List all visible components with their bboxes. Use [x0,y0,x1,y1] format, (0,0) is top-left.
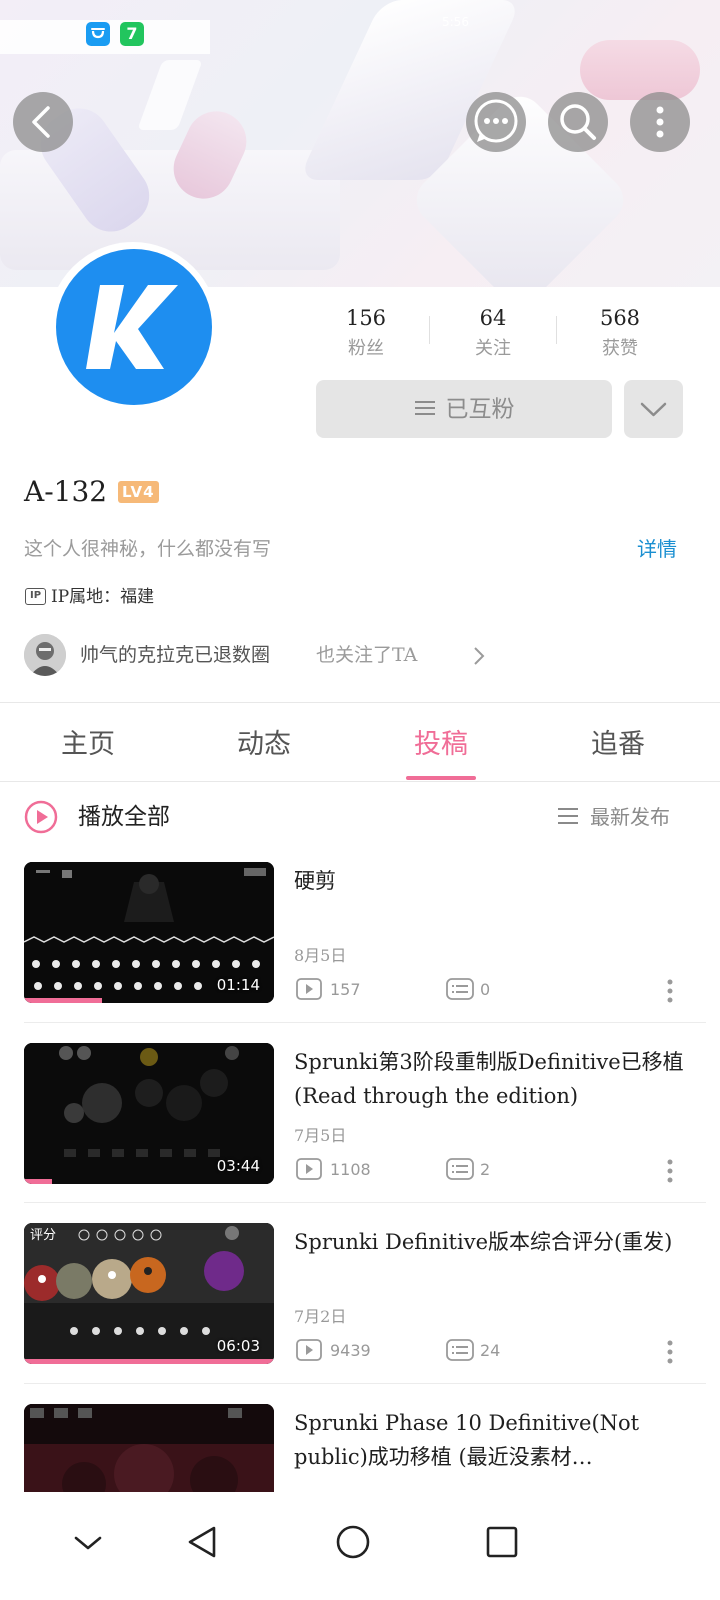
section-divider [0,702,720,703]
nav-back-icon[interactable] [172,1512,232,1572]
status-time: 5:56 [442,15,469,29]
level-badge: LV4 [118,481,159,503]
avatar[interactable] [56,249,212,405]
tabs-divider [0,781,720,782]
recommend-dropdown-button[interactable] [624,380,683,438]
video-title[interactable]: Sprunki Definitive版本综合评分(重发) [294,1225,694,1259]
chevron-down-icon[interactable] [58,1512,118,1572]
stat-likes-label: 获赞 [602,338,638,359]
system-navigation-bar [0,1492,720,1600]
stat-fans-label: 粉丝 [348,338,384,359]
video-date: 7月2日 [294,1307,347,1326]
stat-fans[interactable]: 156 粉丝 [303,302,429,364]
video-title[interactable]: 硬剪 [294,864,694,898]
list-divider [24,1383,706,1384]
mutual-avatar [24,634,66,676]
k-logo-icon [86,285,178,369]
tab-home[interactable]: 主页 [0,720,176,770]
video-duration: 03:44 [216,1157,260,1175]
chevron-right-icon [474,647,485,665]
mutual-user-name: 帅气的克拉克已退数圈 [80,644,271,666]
video-item[interactable]: 评分 06:03 Sprunki Definitive版本综合评分(重发) 7月… [0,1223,720,1403]
svg-text:评分: 评分 [30,1228,56,1243]
comment-count: 2 [480,1160,491,1179]
comment-icon [446,978,474,1000]
sort-latest-button[interactable]: 最新发布 [590,802,670,832]
active-tab-indicator [406,776,476,780]
mutual-follow-button[interactable]: 已互粉 [316,380,612,438]
play-count-icon [296,1158,322,1180]
video-date: 7月5日 [294,1126,347,1145]
bio-text: 这个人很神秘，什么都没有写 [24,538,272,560]
video-meta: 157 0 [296,978,696,1002]
detail-link[interactable]: 详情 [637,534,677,564]
nav-home-icon[interactable] [323,1512,383,1572]
taobao-app-icon [86,22,110,46]
play-count-icon [296,978,322,1000]
menu-lines-icon [414,400,435,415]
comment-icon [446,1339,474,1361]
stat-following-label: 关注 [475,338,511,359]
stat-likes[interactable]: 568 获赞 [557,302,683,364]
video-more-icon[interactable] [664,978,676,1004]
tab-uploads[interactable]: 投稿 [353,720,529,770]
video-duration: 06:03 [216,1337,260,1355]
watch-progress [24,998,102,1003]
play-count-icon [296,1339,322,1361]
view-count: 157 [330,980,361,999]
tab-anime[interactable]: 追番 [530,720,706,770]
stat-likes-value: 568 [599,306,641,330]
chevron-down-icon [640,402,667,417]
more-button[interactable] [630,92,690,152]
stat-fans-value: 156 [345,306,387,330]
chat-icon [474,99,518,143]
username: A-132 [24,475,108,508]
app-7-icon: 7 [120,22,144,46]
stat-following-value: 64 [479,306,507,330]
search-button[interactable] [548,92,608,152]
sort-icon[interactable] [558,807,578,825]
tab-dynamic[interactable]: 动态 [176,720,352,770]
video-thumbnail[interactable]: 评分 06:03 [24,1223,274,1364]
view-count: 9439 [330,1341,371,1360]
video-meta: 9439 24 [296,1339,696,1363]
mutual-suffix: 也关注了TA [316,644,418,666]
back-icon [32,106,50,138]
play-circle-icon[interactable] [24,800,58,834]
video-meta: 1108 2 [296,1158,696,1182]
comment-count: 0 [480,980,491,999]
back-button[interactable] [13,92,73,152]
nav-recents-icon[interactable] [472,1512,532,1572]
ip-icon: IP [25,588,46,605]
ip-location: IP属地：福建 [51,587,155,607]
video-item[interactable]: 03:44 Sprunki第3阶段重制版Definitive已移植(Read t… [0,1043,720,1223]
video-duration: 01:14 [216,976,260,994]
list-divider [24,1202,706,1203]
search-icon [560,104,596,140]
comment-icon [446,1158,474,1180]
video-thumbnail[interactable]: 01:14 [24,862,274,1003]
play-all-button[interactable]: 播放全部 [78,800,170,834]
message-button[interactable] [466,92,526,152]
video-more-icon[interactable] [664,1339,676,1365]
mutual-follow-row[interactable]: 帅气的克拉克已退数圈 也关注了TA [24,634,485,676]
list-divider [24,1022,706,1023]
comment-count: 24 [480,1341,501,1360]
video-title[interactable]: Sprunki Phase 10 Definitive(Not public)成… [294,1406,694,1474]
video-item[interactable]: 01:14 硬剪 8月5日 157 0 [0,862,720,1042]
follow-label: 已互粉 [445,396,515,423]
view-count: 1108 [330,1160,371,1179]
video-thumbnail[interactable]: 03:44 [24,1043,274,1184]
stat-following[interactable]: 64 关注 [430,302,556,364]
video-more-icon[interactable] [664,1158,676,1184]
video-title[interactable]: Sprunki第3阶段重制版Definitive已移植(Read through… [294,1045,694,1113]
watch-progress [24,1179,52,1184]
more-icon [656,106,664,138]
watch-progress [24,1359,274,1364]
video-date: 8月5日 [294,946,347,965]
